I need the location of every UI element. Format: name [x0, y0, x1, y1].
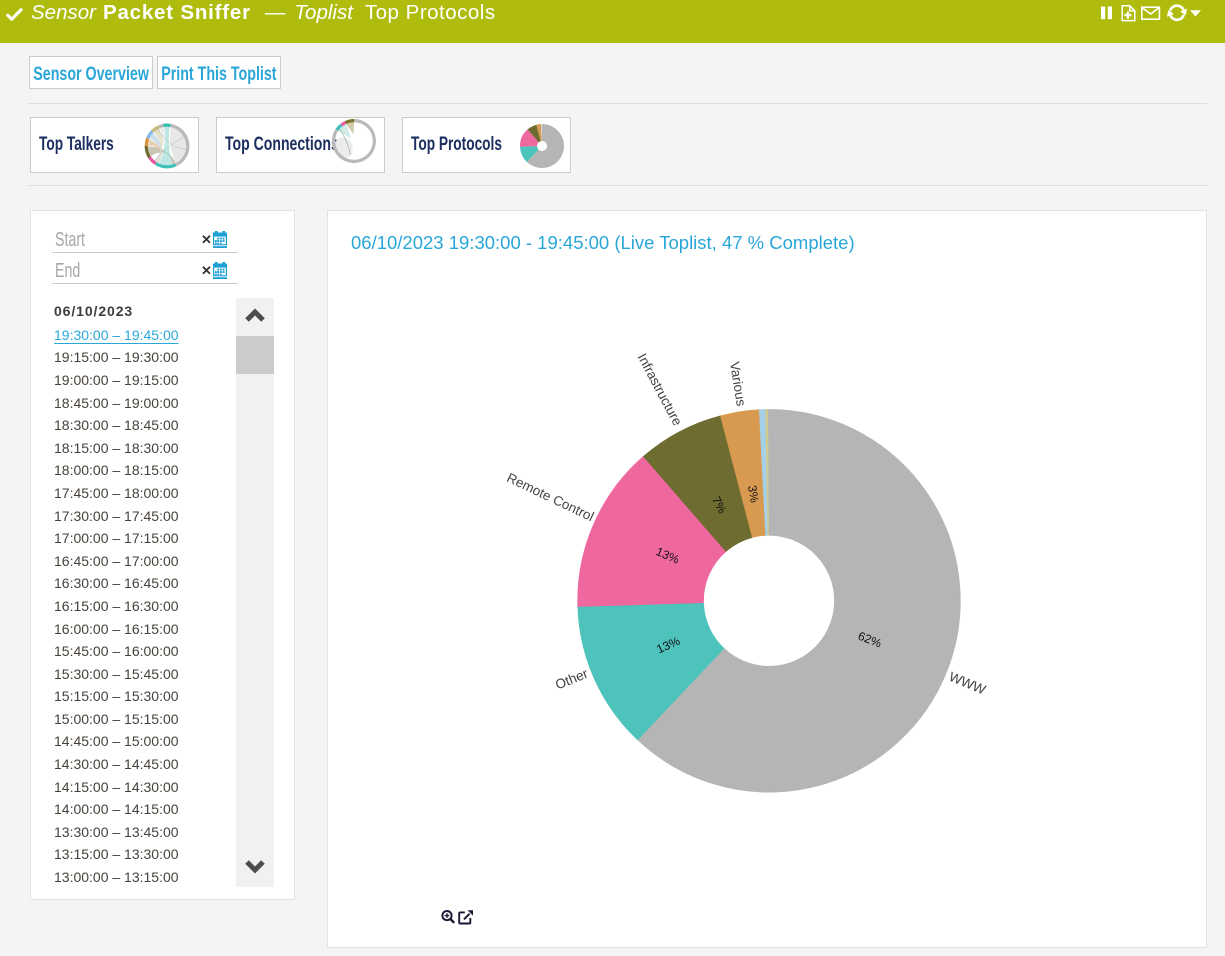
svg-text:Infrastructure: Infrastructure: [635, 351, 686, 428]
svg-text:WWW: WWW: [947, 669, 988, 698]
svg-text:Remote Control: Remote Control: [505, 470, 597, 524]
svg-text:Various: Various: [727, 361, 749, 408]
svg-text:3%: 3%: [745, 484, 762, 504]
svg-text:Other: Other: [553, 666, 590, 693]
